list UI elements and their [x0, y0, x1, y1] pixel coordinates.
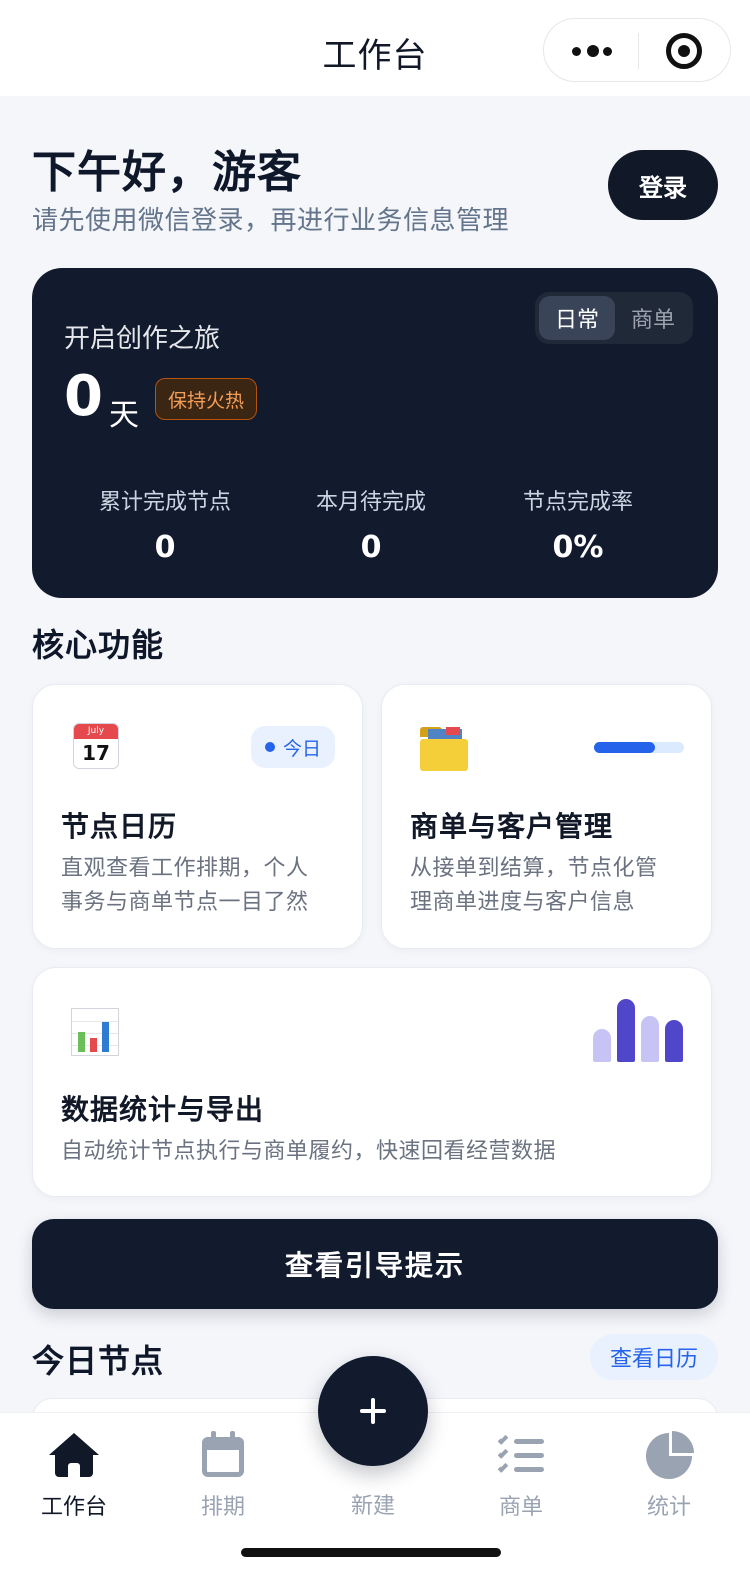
card-desc: 自动统计节点执行与商单履约，快速回看经营数据 [61, 1139, 557, 1164]
card-desc-line1: 从接单到结算，节点化管 [410, 856, 658, 881]
dot-icon [265, 742, 275, 752]
card-desc-line1: 直观查看工作排期，个人 [61, 856, 309, 881]
calendar-icon-day: 17 [82, 741, 110, 765]
calendar-icon: July 17 [73, 723, 119, 769]
card-desc-line2: 理商单进度与客户信息 [410, 890, 636, 915]
tab-label: 工作台 [40, 1495, 107, 1520]
checklist-icon [497, 1431, 544, 1481]
stat-month-pending: 本月待完成 0 [261, 484, 481, 565]
core-features-heading: 核心功能 [32, 626, 165, 664]
journey-card: 开启创作之旅 日常 商单 0 天 保持火热 累计完成节点 0 本月待完成 0 节… [32, 268, 718, 598]
bar-chart-icon [71, 1008, 119, 1056]
home-indicator [241, 1548, 501, 1557]
home-icon [49, 1431, 99, 1481]
card-title: 商单与客户管理 [410, 810, 614, 843]
plus-icon-vertical [371, 1398, 375, 1424]
calendar-icon [202, 1431, 244, 1481]
close-target-icon[interactable] [666, 33, 702, 69]
tab-workbench[interactable]: 工作台 [19, 1431, 129, 1521]
stat-total-completed: 累计完成节点 0 [55, 484, 275, 565]
pie-chart-icon [646, 1431, 694, 1481]
more-icon[interactable] [572, 44, 612, 58]
streak-days-unit: 天 [109, 398, 139, 433]
tab-label: 排期 [200, 1495, 245, 1520]
card-desc-line2: 事务与商单节点一目了然 [61, 890, 309, 915]
card-title: 节点日历 [61, 810, 178, 843]
login-button[interactable]: 登录 [608, 150, 718, 220]
create-fab-button[interactable] [318, 1356, 428, 1466]
calendar-feature-card[interactable]: July 17 今日 节点日历 直观查看工作排期，个人 事务与商单节点一目了然 [32, 684, 363, 949]
stat-completion-rate: 节点完成率 0% [468, 484, 688, 565]
stat-label: 累计完成节点 [98, 490, 231, 515]
tab-label: 商单 [498, 1495, 543, 1520]
stat-label: 本月待完成 [315, 490, 426, 515]
view-guide-button[interactable]: 查看引导提示 [32, 1219, 718, 1309]
tab-create-label: 新建 [350, 1494, 395, 1519]
tab-orders[interactable]: 商单 [466, 1431, 576, 1521]
today-pill-label: 今日 [283, 737, 322, 760]
keep-hot-badge: 保持火热 [155, 378, 258, 420]
view-calendar-link[interactable]: 查看日历 [590, 1334, 718, 1380]
capsule-divider [638, 33, 639, 69]
stat-value: 0% [552, 530, 604, 565]
orders-feature-card[interactable]: 商单与客户管理 从接单到结算，节点化管 理商单进度与客户信息 [381, 684, 712, 949]
stat-value: 0 [360, 530, 382, 565]
order-progress-bar [594, 742, 684, 753]
tab-label: 统计 [646, 1495, 691, 1520]
tab-schedule[interactable]: 排期 [168, 1431, 278, 1521]
calendar-icon-month: July [74, 724, 118, 739]
stat-label: 节点完成率 [522, 490, 633, 515]
toggle-daily[interactable]: 日常 [539, 296, 615, 340]
tab-statistics[interactable]: 统计 [614, 1431, 724, 1521]
card-title: 数据统计与导出 [61, 1093, 265, 1126]
miniprogram-capsule [543, 18, 731, 82]
greeting-title: 下午好，游客 [32, 147, 302, 198]
trend-bars-icon [593, 998, 687, 1062]
greeting-subtitle: 请先使用微信登录，再进行业务信息管理 [32, 206, 510, 236]
today-pill: 今日 [251, 726, 336, 768]
top-navbar: 工作台 [0, 0, 750, 96]
mode-toggle: 日常 商单 [535, 292, 693, 344]
stat-value: 0 [154, 530, 176, 565]
journey-title: 开启创作之旅 [64, 324, 221, 354]
toggle-orders[interactable]: 商单 [617, 296, 689, 340]
order-progress-fill [594, 742, 656, 753]
streak-days-value: 0 [64, 364, 103, 429]
folder-icon [420, 727, 468, 771]
stats-export-card[interactable]: 数据统计与导出 自动统计节点执行与商单履约，快速回看经营数据 [32, 967, 712, 1197]
today-nodes-heading: 今日节点 [32, 1342, 165, 1380]
